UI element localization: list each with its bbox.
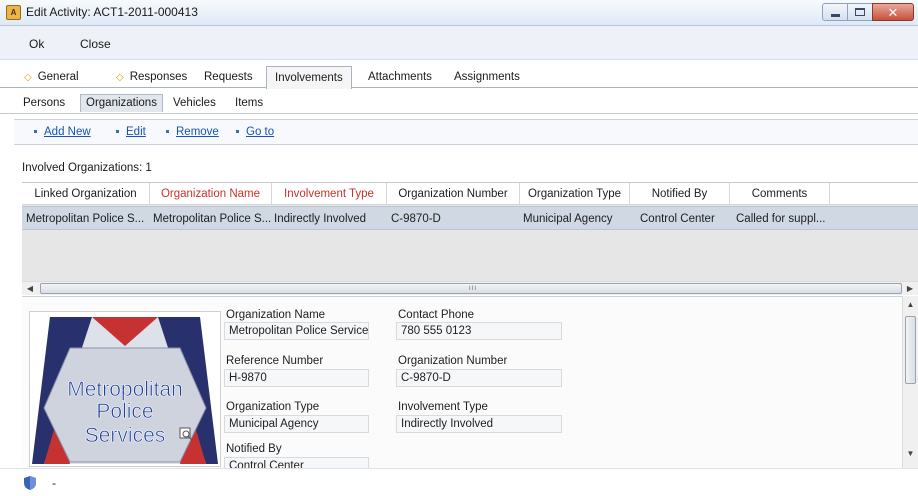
column-header[interactable]: Notified By — [630, 183, 730, 205]
tab-responses[interactable]: ◇ Responses — [108, 68, 195, 88]
maximize-icon — [855, 8, 865, 16]
table-cell: Control Center — [640, 213, 715, 225]
police-logo-image: Metropolitan Police Services — [32, 317, 218, 464]
go-to-label: Go to — [246, 126, 275, 138]
tab-attachments[interactable]: Attachments — [360, 68, 440, 88]
close-button[interactable]: Close — [80, 37, 111, 51]
column-header[interactable]: Organization Name — [150, 183, 272, 205]
scroll-down-icon[interactable]: ▼ — [903, 449, 918, 458]
app-icon: A — [6, 5, 21, 20]
remove-link[interactable]: Remove — [166, 126, 219, 138]
column-header[interactable]: Comments — [730, 183, 830, 205]
horizontal-scrollbar[interactable]: ◀ III ▶ — [22, 281, 918, 295]
involvement-subtabs: Persons Organizations Vehicles Items — [0, 94, 918, 114]
column-header[interactable]: Organization Number — [387, 183, 520, 205]
organization-name-field[interactable]: Metropolitan Police Service — [224, 322, 369, 340]
organization-details-panel: Metropolitan Police Services Organizatio… — [22, 296, 902, 468]
tab-label: General — [37, 71, 79, 83]
table-cell: C-9870-D — [391, 213, 441, 225]
close-icon: ✕ — [887, 4, 899, 20]
add-new-link[interactable]: Add New — [34, 126, 91, 138]
subtab-organizations[interactable]: Organizations — [80, 94, 163, 112]
logo-text-line1: Metropolitan — [67, 378, 183, 401]
contact-phone-field[interactable]: 780 555 0123 — [396, 322, 562, 340]
modified-marker-icon: ◇ — [24, 72, 32, 83]
tab-requests[interactable]: Requests — [196, 68, 261, 88]
maximize-button[interactable] — [847, 3, 873, 21]
logo-text-line2: Police — [96, 400, 153, 423]
notified-by-field[interactable]: Control Center — [224, 457, 369, 468]
tab-involvements[interactable]: Involvements — [266, 66, 352, 89]
table-cell: Municipal Agency — [523, 213, 613, 225]
go-to-link[interactable]: Go to — [236, 126, 274, 138]
bullet-icon — [166, 130, 169, 134]
table-cell: Indirectly Involved — [274, 213, 367, 225]
main-tabs: ◇ General ◇ Responses Requests Involvement… — [0, 66, 918, 89]
close-window-button[interactable]: ✕ — [872, 3, 914, 21]
organization-type-field[interactable]: Municipal Agency — [224, 415, 369, 433]
remove-label: Remove — [176, 126, 219, 138]
grip-icon: III — [469, 286, 478, 292]
notified-by-label: Notified By — [226, 443, 282, 455]
vertical-scrollbar[interactable]: ▲ ▼ — [902, 296, 918, 468]
grid-header: Linked Organization Organization Name In… — [22, 183, 918, 205]
involvement-type-label: Involvement Type — [398, 401, 488, 413]
scroll-thumb[interactable]: III — [40, 283, 902, 294]
scroll-left-icon[interactable]: ◀ — [22, 282, 38, 296]
reference-number-field[interactable]: H-9870 — [224, 369, 369, 387]
column-header[interactable]: Linked Organization — [22, 183, 150, 205]
table-cell: Metropolitan Police S... — [153, 213, 271, 225]
scroll-up-icon[interactable]: ▲ — [903, 300, 918, 309]
logo-text-line3: Services — [85, 424, 166, 447]
organization-number-label: Organization Number — [398, 355, 508, 367]
reference-number-label: Reference Number — [226, 355, 324, 367]
involvement-type-field[interactable]: Indirectly Involved — [396, 415, 562, 433]
contact-phone-label: Contact Phone — [398, 309, 475, 321]
table-cell: Called for suppl... — [736, 213, 826, 225]
shield-icon — [24, 476, 36, 490]
status-bar: - — [0, 468, 918, 496]
subtab-vehicles[interactable]: Vehicles — [168, 96, 221, 110]
column-header[interactable]: Involvement Type — [272, 183, 387, 205]
status-text: - — [52, 476, 56, 490]
organizations-grid: Linked Organization Organization Name In… — [22, 182, 918, 292]
bullet-icon — [236, 130, 239, 134]
scroll-thumb[interactable] — [905, 316, 916, 384]
scroll-right-icon[interactable]: ▶ — [902, 282, 918, 296]
window-title: Edit Activity: ACT1-2011-000413 — [26, 5, 198, 19]
tab-label: Responses — [129, 71, 188, 83]
bullet-icon — [116, 130, 119, 134]
action-toolbar: Add New Edit Remove Go to — [14, 119, 918, 145]
menu-bar: Ok Close — [0, 26, 918, 60]
add-new-label: Add New — [44, 126, 91, 138]
minimize-button[interactable] — [822, 3, 848, 21]
bullet-icon — [34, 130, 37, 134]
title-bar: A Edit Activity: ACT1-2011-000413 ✕ — [0, 0, 918, 26]
edit-link[interactable]: Edit — [116, 126, 146, 138]
organization-name-label: Organization Name — [226, 309, 326, 321]
ok-button[interactable]: Ok — [29, 37, 44, 51]
modified-marker-icon: ◇ — [116, 72, 124, 83]
organization-number-field[interactable]: C-9870-D — [396, 369, 562, 387]
window-controls: ✕ — [822, 3, 914, 21]
zoom-image-icon[interactable] — [179, 427, 193, 441]
organization-logo: Metropolitan Police Services — [29, 311, 221, 467]
minimize-icon — [830, 13, 840, 17]
table-row[interactable]: Metropolitan Police S... Metropolitan Po… — [22, 206, 918, 230]
table-cell: Metropolitan Police S... — [26, 213, 145, 225]
tab-general[interactable]: ◇ General — [16, 68, 87, 88]
edit-label: Edit — [126, 126, 146, 138]
subtab-items[interactable]: Items — [230, 96, 268, 110]
organization-type-label: Organization Type — [226, 401, 320, 413]
subtab-persons[interactable]: Persons — [18, 96, 70, 110]
tab-assignments[interactable]: Assignments — [446, 68, 528, 88]
involved-count-label: Involved Organizations: 1 — [22, 162, 152, 174]
column-header[interactable]: Organization Type — [520, 183, 630, 205]
